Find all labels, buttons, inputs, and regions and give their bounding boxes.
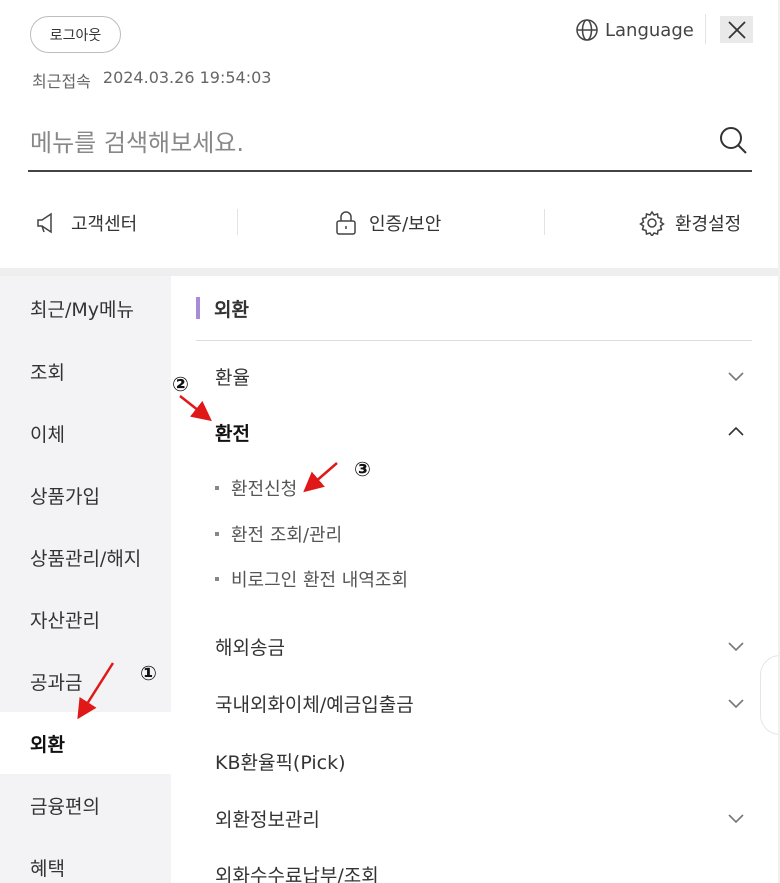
submenu-label: 비로그인 환전 내역조회 [231,570,409,591]
settings-label: 환경설정 [675,214,742,235]
menu-fx-info-manage[interactable]: 외환정보관리 [215,798,752,838]
all-menu-screen: 로그아웃 Language 최근접속 2024.03.26 19:54:03 고… [0,0,780,883]
menu-overseas-remittance[interactable]: 해외송금 [215,626,752,666]
chevron-down-icon [728,699,744,709]
customer-center-label: 고객센터 [71,214,138,235]
submenu-label: 환전 조회/관리 [231,525,343,546]
sidebar-item-label: 상품관리/해지 [30,547,142,570]
menu-label: KB환율픽(Pick) [215,751,346,774]
section-title: 외환 [196,294,249,322]
settings-link[interactable]: 환경설정 [639,203,741,243]
sidebar-item-label: 금융편의 [30,795,100,818]
sidebar-item-label: 공과금 [30,671,83,694]
close-button[interactable] [720,16,753,43]
quick-links: 고객센터 인증/보안 환경설정 [0,195,780,251]
sidebar-item-label: 이체 [30,423,65,446]
step-2-marker: ② [172,372,189,396]
sidebar-item-recent-my[interactable]: 최근/My메뉴 [0,276,171,340]
sidebar-item-inquiry[interactable]: 조회 [0,340,171,402]
chevron-down-icon [728,642,744,652]
menu-label: 해외송금 [215,636,285,659]
chevron-down-icon [728,814,744,824]
sidebar-item-label: 조회 [30,361,65,384]
search-icon[interactable] [718,125,748,155]
chevron-down-icon [728,372,744,382]
sidebar-item-product-join[interactable]: 상품가입 [0,464,171,526]
sidebar-item-label: 혜택 [30,857,65,880]
language-button[interactable]: Language [575,17,694,43]
divider [705,14,706,44]
menu-search-input[interactable] [30,123,690,163]
menu-exchange-rate[interactable]: 환율 [215,356,752,396]
menu-label: 환전 [215,422,250,445]
menu-kb-rate-pick[interactable]: KB환율픽(Pick) [215,741,752,781]
close-icon [727,20,746,39]
menu-fx-fee-payment[interactable]: 외화수수료납부/조회 [215,854,752,883]
auth-security-link[interactable]: 인증/보안 [333,203,441,243]
sidebar-item-transfer[interactable]: 이체 [0,402,171,464]
sidebar-item-label: 자산관리 [30,609,100,632]
sidebar-item-label: 외환 [30,733,65,756]
menu-domestic-fx-transfer[interactable]: 국내외화이체/예금입출금 [215,683,752,723]
auth-security-label: 인증/보안 [369,214,442,235]
sidebar-item-benefit[interactable]: 혜택 [0,836,171,883]
menu-label: 환율 [215,366,250,389]
menu-label: 외환정보관리 [215,808,320,831]
sidebar-item-asset[interactable]: 자산관리 [0,588,171,650]
divider [237,209,238,235]
sidebar-item-foreign-exchange[interactable]: 외환 [0,712,171,774]
gear-icon [639,210,665,236]
sidebar-item-label: 최근/My메뉴 [30,298,134,321]
lock-icon [336,211,356,235]
last-login-time: 2024.03.26 19:54:03 [102,68,272,87]
bullet [215,486,219,490]
bullet [215,577,219,581]
step-1-marker: ① [140,661,157,685]
section-separator [0,268,780,276]
divider [196,340,752,341]
last-login-label: 최근접속 [32,72,91,91]
sidebar-item-label: 상품가입 [30,485,100,508]
sidebar-item-product-manage[interactable]: 상품관리/해지 [0,526,171,588]
menu-label: 외화수수료납부/조회 [215,864,379,883]
menu-currency-exchange[interactable]: 환전 [215,412,752,452]
menu-search [28,115,752,172]
menu-label: 국내외화이체/예금입출금 [215,693,414,716]
chevron-up-icon [728,426,744,436]
title-accent-bar [196,297,200,319]
globe-icon [576,19,598,41]
bullet [215,532,219,536]
sidebar-item-finance-convenience[interactable]: 금융편의 [0,774,171,836]
logout-button[interactable]: 로그아웃 [30,16,121,53]
submenu-exchange-manage[interactable]: 환전 조회/관리 [215,518,342,550]
section-title-text: 외환 [214,298,249,321]
category-sidebar: 최근/My메뉴 조회 이체 상품가입 상품관리/해지 자산관리 공과금 외환 금… [0,276,171,883]
customer-center-link[interactable]: 고객센터 [35,203,137,243]
last-login-info: 최근접속 2024.03.26 19:54:03 [32,68,271,92]
submenu-exchange-apply[interactable]: 환전신청 [215,472,297,504]
submenu-panel: 외환 환율 환전 환전신청 환전 조회/관리 비로그인 환전 내역조회 해외송금 [196,276,752,883]
submenu-label: 환전신청 [231,479,298,500]
megaphone-icon [37,212,52,234]
submenu-guest-exchange-history[interactable]: 비로그인 환전 내역조회 [215,563,408,595]
step-3-marker: ③ [354,457,371,481]
scroll-top-handle[interactable] [760,655,780,735]
language-label: Language [605,19,694,41]
divider [544,209,545,235]
